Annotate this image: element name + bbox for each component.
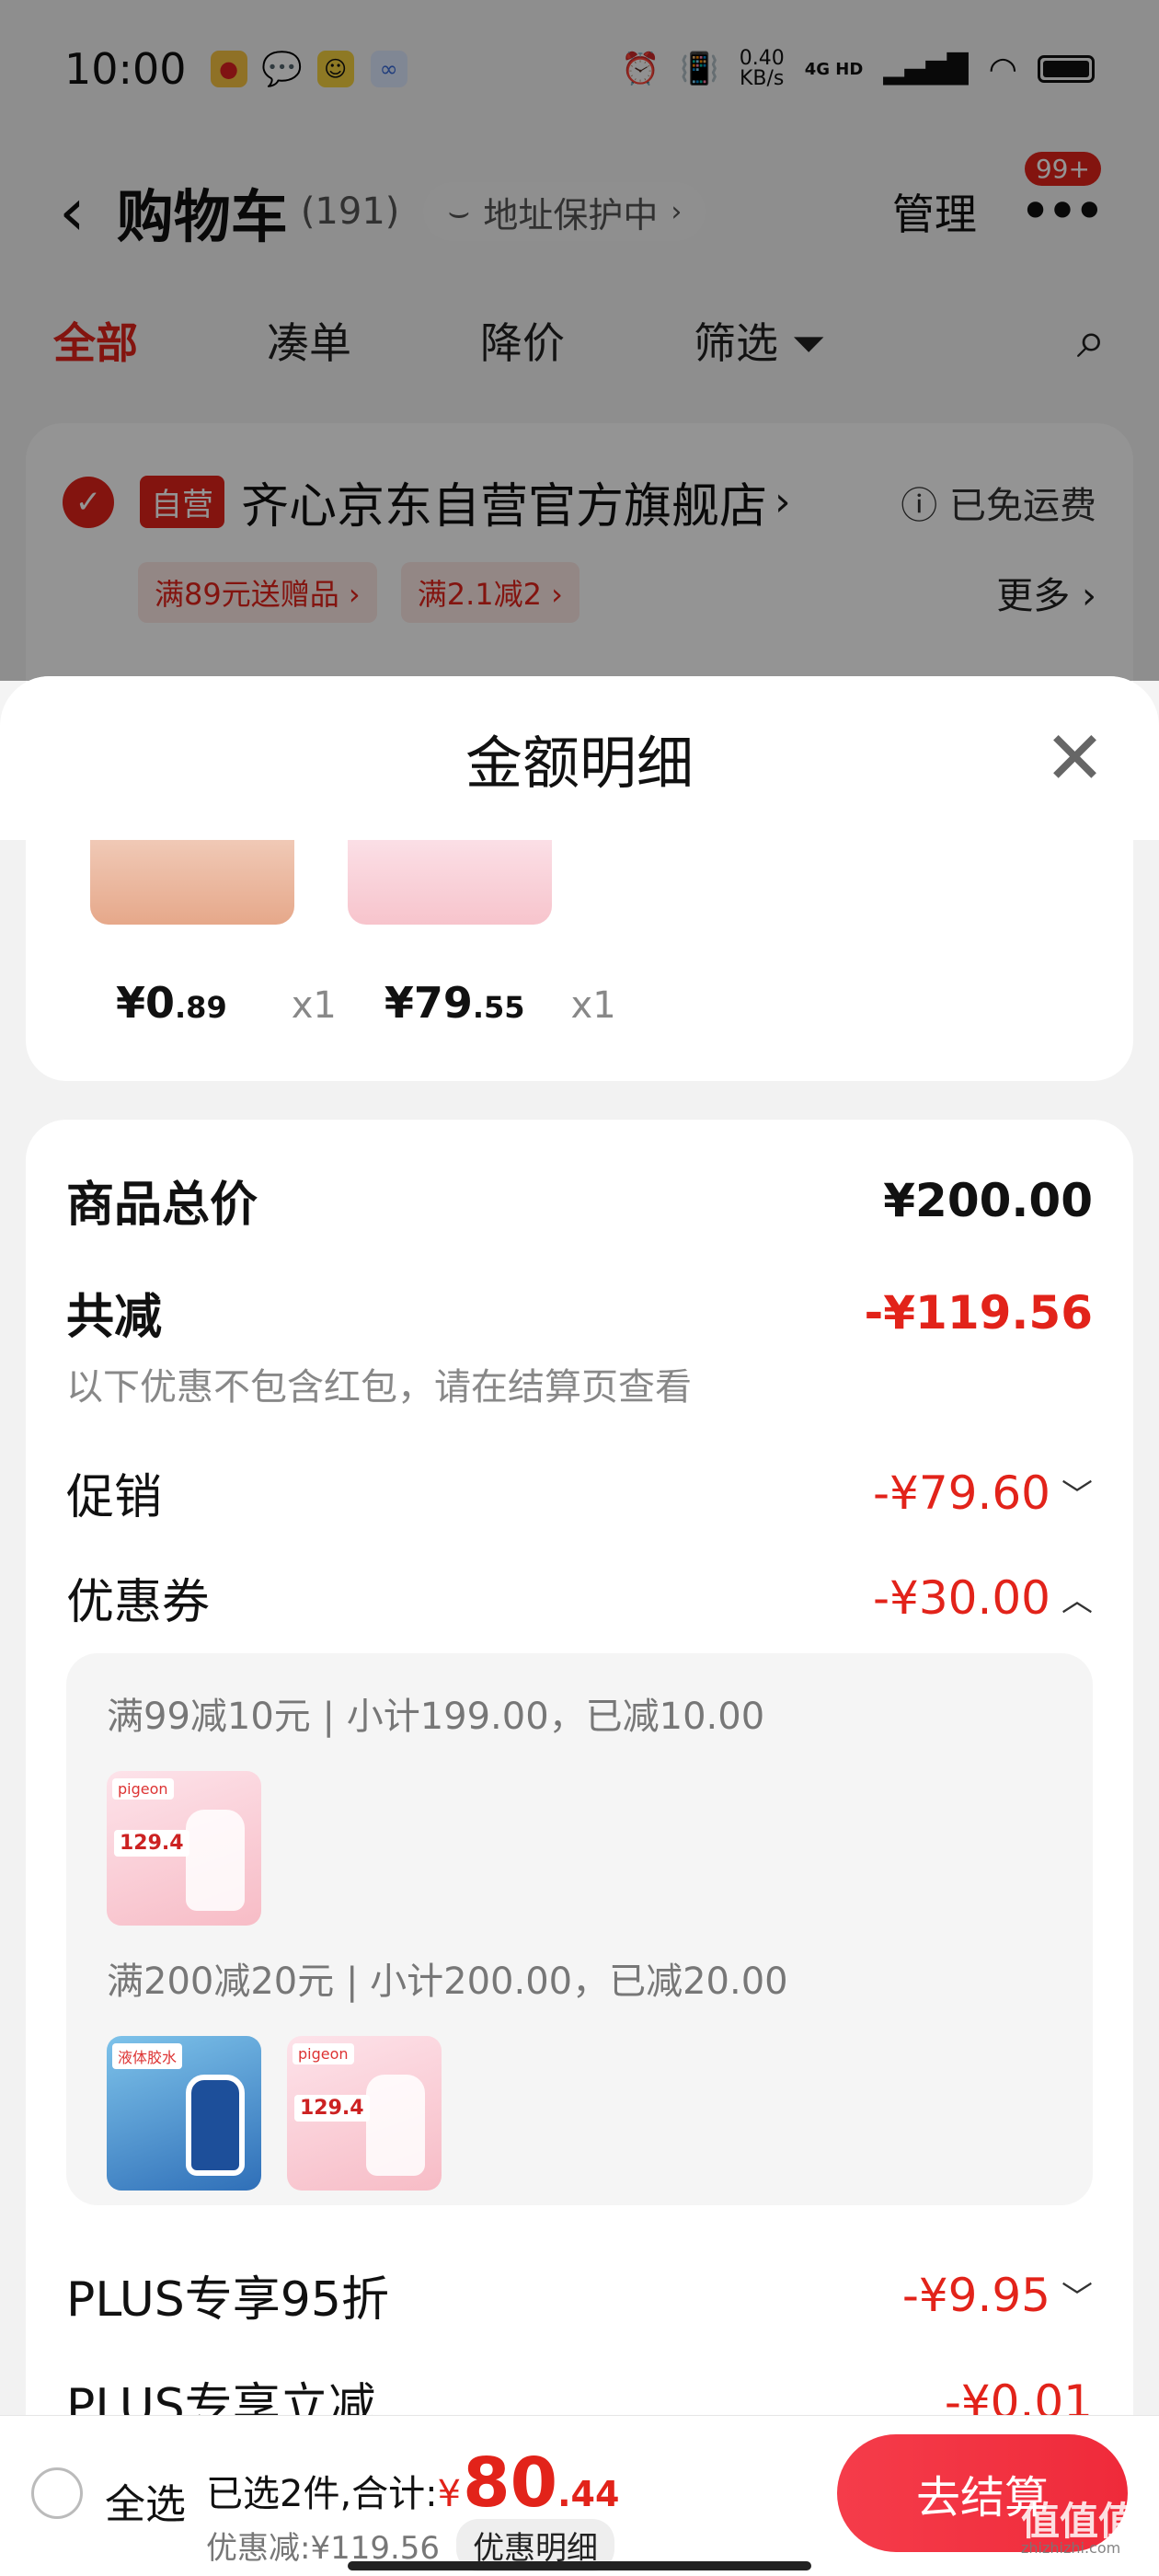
select-all-radio[interactable] [31,2467,83,2519]
select-all-label[interactable]: 全选 [105,2471,186,2530]
promotion-value: -¥79.60 [873,1466,1050,1520]
product-thumbnail[interactable] [90,840,294,925]
reduce-row: 共减 -¥119.56 [66,1285,1094,1346]
home-indicator[interactable] [348,2561,811,2570]
coupon-detail-box: 满99减10元 | 小计199.00，已减10.00 pigeon 129.4 … [66,1653,1093,2205]
product-image-bottle[interactable]: pigeon 129.4 [107,1771,261,1926]
promotion-row[interactable]: 促销 -¥79.60 ﹀ [66,1458,1093,1527]
item-qty: x1 [570,984,616,1027]
reduce-note: 以下优惠不包含红包，请在结算页查看 [66,1366,692,1409]
dim-overlay[interactable] [0,0,1159,681]
product-thumbnail[interactable] [348,840,552,925]
amount-detail-sheet: 金额明细 ✕ ¥0.89 x1 ¥79.55 x1 商品总价 ¥200.00 共… [0,676,1159,2576]
item-price: ¥79.55 [384,978,525,1028]
coupon-row[interactable]: 优惠券 -¥30.00 ︿ [66,1563,1093,1632]
item-qty: x1 [291,984,337,1027]
item-price: ¥0.89 [116,978,227,1028]
total-amount: 80 [463,2444,558,2523]
chevron-down-icon: ﹀ [1061,1478,1093,1514]
coupon-value: -¥30.00 [873,1570,1050,1625]
chevron-up-icon: ︿ [1061,1582,1093,1619]
chevron-down-icon: ﹀ [1061,2280,1093,2317]
reduce-value: -¥119.56 [864,1285,1094,1340]
plus-discount-value: -¥9.95 [901,2268,1050,2322]
close-icon[interactable]: ✕ [1044,716,1106,801]
product-image-glue[interactable]: 液体胶水 [107,2036,261,2191]
sheet-header: 金额明细 ✕ [0,676,1159,840]
total-row: 商品总价 ¥200.00 [66,1173,1093,1234]
coupon-rule: 满99减10元 | 小计199.00，已减10.00 [107,1696,765,1738]
checkout-bar: 全选 已选2件,合计: ¥ 80 .44 优惠减:¥119.56 优惠明细 去结… [0,2415,1159,2576]
watermark-logo: 值值值 zhizhizhi.com [1021,2499,1138,2557]
product-image-bottle[interactable]: pigeon 129.4 [287,2036,442,2191]
total-summary: 已选2件,合计: ¥ 80 .44 [206,2444,620,2523]
coupon-rule: 满200减20元 | 小计200.00，已减20.00 [107,1961,788,2003]
price-breakdown-card: 商品总价 ¥200.00 共减 -¥119.56 以下优惠不包含红包，请在结算页… [26,1120,1133,2576]
total-value: ¥200.00 [883,1173,1093,1227]
plus-discount-row[interactable]: PLUS专享95折 -¥9.95 ﹀ [66,2260,1093,2329]
sheet-title: 金额明细 [465,730,694,797]
selected-goods-card: ¥0.89 x1 ¥79.55 x1 [26,840,1133,1081]
goods-price-row: ¥0.89 x1 ¥79.55 x1 [116,978,664,1028]
